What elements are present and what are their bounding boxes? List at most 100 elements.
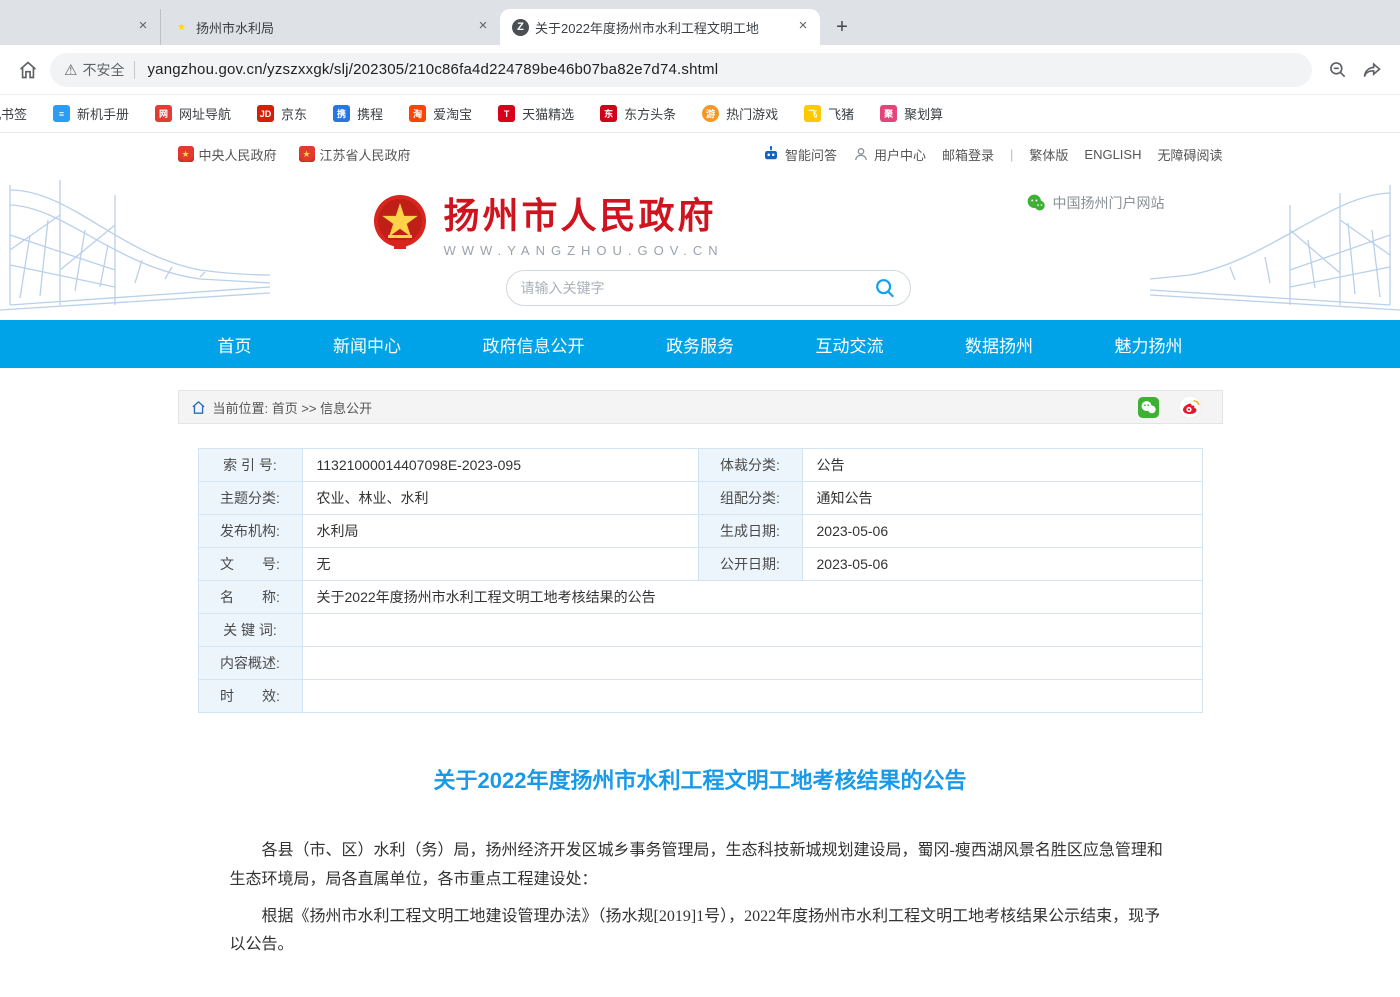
breadcrumb[interactable]: 当前位置: 首页 >> 信息公开 bbox=[191, 398, 373, 417]
meta-value bbox=[303, 614, 1202, 646]
meta-value: 2023-05-06 bbox=[803, 515, 1202, 547]
table-row: 发布机构: 水利局 生成日期: 2023-05-06 bbox=[199, 515, 1202, 548]
nav-site-icon: 网 bbox=[155, 105, 172, 122]
bookmark-label: 新机手册 bbox=[77, 104, 129, 123]
site-favicon: Z bbox=[512, 19, 529, 36]
table-row: 内容概述: bbox=[199, 647, 1202, 680]
browser-tab-strip: × ★ 扬州市水利局 × Z 关于2022年度扬州市水利工程文明工地 × + bbox=[0, 0, 1400, 45]
bookmark-item[interactable]: 携 携程 bbox=[333, 104, 383, 123]
bookmark-item[interactable]: 机书签 bbox=[0, 104, 27, 123]
meta-label: 发布机构: bbox=[199, 515, 303, 547]
fliggy-icon: 飞 bbox=[804, 105, 821, 122]
bookmark-item[interactable]: 淘 爱淘宝 bbox=[409, 104, 472, 123]
meta-label: 体裁分类: bbox=[699, 449, 803, 481]
mail-login-link[interactable]: 邮箱登录 bbox=[942, 145, 994, 164]
search-icon[interactable] bbox=[874, 277, 896, 299]
meta-value: 2023-05-06 bbox=[803, 548, 1202, 580]
bookmarks-bar: 机书签 ≡ 新机手册 网 网址导航 JD 京东 携 携程 淘 爱淘宝 T 天猫精… bbox=[0, 95, 1400, 133]
meta-value: 11321000014407098E-2023-095 bbox=[303, 449, 699, 481]
bookmark-item[interactable]: ≡ 新机手册 bbox=[53, 104, 129, 123]
accessibility-link[interactable]: 无障碍阅读 bbox=[1157, 145, 1222, 164]
nav-gov-services[interactable]: 政务服务 bbox=[666, 332, 734, 357]
meta-value: 公告 bbox=[803, 449, 1202, 481]
search-input[interactable] bbox=[521, 280, 874, 296]
meta-value: 关于2022年度扬州市水利工程文明工地考核结果的公告 bbox=[303, 581, 1202, 613]
juhuasuan-icon: 聚 bbox=[880, 105, 897, 122]
bookmark-item[interactable]: 网 网址导航 bbox=[155, 104, 231, 123]
bookmark-label: 热门游戏 bbox=[726, 104, 778, 123]
central-gov-link[interactable]: ★ 中央人民政府 bbox=[178, 145, 277, 164]
tab-partial[interactable]: × bbox=[0, 9, 160, 45]
share-icon[interactable] bbox=[1358, 56, 1386, 84]
toutiao-icon: 东 bbox=[600, 105, 617, 122]
document-meta-table: 索 引 号: 11321000014407098E-2023-095 体裁分类:… bbox=[198, 448, 1203, 713]
link-label: 中央人民政府 bbox=[199, 145, 277, 164]
meta-label: 名 称: bbox=[199, 581, 303, 613]
bookmark-label: 网址导航 bbox=[179, 104, 231, 123]
bookmark-label: 聚划算 bbox=[904, 104, 943, 123]
meta-label: 组配分类: bbox=[699, 482, 803, 514]
tab-title: 扬州市水利局 bbox=[196, 18, 468, 37]
main-nav: 首页 新闻中心 政府信息公开 政务服务 互动交流 数据扬州 魅力扬州 bbox=[0, 320, 1400, 368]
site-search-box[interactable] bbox=[506, 270, 911, 306]
meta-value bbox=[303, 647, 1202, 679]
close-tab-icon[interactable]: × bbox=[134, 18, 152, 36]
nav-charming-yangzhou[interactable]: 魅力扬州 bbox=[1115, 332, 1183, 357]
nav-home[interactable]: 首页 bbox=[218, 332, 252, 357]
site-logo[interactable]: 扬州市人民政府 WWW.YANGZHOU.GOV.CN bbox=[368, 187, 724, 258]
address-bar[interactable]: ⚠ 不安全 yangzhou.gov.cn/yzszxxgk/slj/20230… bbox=[50, 53, 1312, 87]
meta-label: 主题分类: bbox=[199, 482, 303, 514]
user-center-link[interactable]: 用户中心 bbox=[853, 145, 926, 164]
weibo-share-icon[interactable] bbox=[1178, 395, 1202, 419]
gov-emblem-favicon: ★ bbox=[173, 19, 190, 36]
meta-label: 公开日期: bbox=[699, 548, 803, 580]
bookmark-label: 机书签 bbox=[0, 104, 27, 123]
page-content: 当前位置: 首页 >> 信息公开 索 引 号: 1132100001440709… bbox=[178, 390, 1223, 997]
divider: | bbox=[1010, 147, 1013, 162]
bookmark-item[interactable]: 东 东方头条 bbox=[600, 104, 676, 123]
close-tab-icon[interactable]: × bbox=[794, 18, 812, 36]
games-icon: 游 bbox=[702, 105, 719, 122]
bookmark-item[interactable]: T 天猫精选 bbox=[498, 104, 574, 123]
nav-interaction[interactable]: 互动交流 bbox=[816, 332, 884, 357]
english-version-link[interactable]: ENGLISH bbox=[1084, 147, 1141, 162]
nav-news-center[interactable]: 新闻中心 bbox=[333, 332, 401, 357]
bookmark-label: 京东 bbox=[281, 104, 307, 123]
browser-toolbar: ⚠ 不安全 yangzhou.gov.cn/yzszxxgk/slj/20230… bbox=[0, 45, 1400, 95]
meta-value: 农业、林业、水利 bbox=[303, 482, 699, 514]
site-url: WWW.YANGZHOU.GOV.CN bbox=[444, 243, 724, 258]
article: 关于2022年度扬州市水利工程文明工地考核结果的公告 各县（市、区）水利（务）局… bbox=[198, 763, 1203, 997]
breadcrumb-label: 当前位置: 首页 >> 信息公开 bbox=[213, 398, 373, 417]
wechat-share-icon[interactable] bbox=[1137, 396, 1160, 419]
traditional-version-link[interactable]: 繁体版 bbox=[1029, 145, 1068, 164]
bookmark-item[interactable]: JD 京东 bbox=[257, 104, 307, 123]
table-row: 关 键 词: bbox=[199, 614, 1202, 647]
home-icon bbox=[191, 400, 206, 415]
nav-data-yangzhou[interactable]: 数据扬州 bbox=[965, 332, 1033, 357]
zoom-out-icon[interactable] bbox=[1324, 56, 1352, 84]
close-tab-icon[interactable]: × bbox=[474, 18, 492, 36]
meta-value: 无 bbox=[303, 548, 699, 580]
tab-active-announcement[interactable]: Z 关于2022年度扬州市水利工程文明工地 × bbox=[500, 9, 820, 45]
gov-emblem-icon: ★ bbox=[299, 146, 315, 162]
bookmark-label: 天猫精选 bbox=[522, 104, 574, 123]
article-paragraph: 根据《扬州市水利工程文明工地建设管理办法》（扬水规[2019]1号），2022年… bbox=[230, 903, 1171, 961]
bookmark-item[interactable]: 游 热门游戏 bbox=[702, 104, 778, 123]
breadcrumb-bar: 当前位置: 首页 >> 信息公开 bbox=[178, 390, 1223, 424]
meta-value bbox=[303, 680, 1202, 712]
table-row: 时 效: bbox=[199, 680, 1202, 713]
bookmark-item[interactable]: 飞 飞猪 bbox=[804, 104, 854, 123]
security-label: 不安全 bbox=[82, 60, 124, 80]
portal-link[interactable]: 中国扬州门户网站 bbox=[1026, 193, 1165, 213]
site-name: 扬州市人民政府 bbox=[444, 187, 724, 239]
bookmark-item[interactable]: 聚 聚划算 bbox=[880, 104, 943, 123]
nav-gov-info-disclosure[interactable]: 政府信息公开 bbox=[483, 332, 585, 357]
tab-yangzhou-water-bureau[interactable]: ★ 扬州市水利局 × bbox=[160, 9, 500, 45]
new-tab-button[interactable]: + bbox=[828, 13, 856, 41]
site-top-links-bar: ★ 中央人民政府 ★ 江苏省人民政府 智能问答 用户中心 邮箱登录 | 繁体版 … bbox=[0, 133, 1400, 175]
table-row: 文 号: 无 公开日期: 2023-05-06 bbox=[199, 548, 1202, 581]
home-icon[interactable] bbox=[14, 56, 42, 84]
smart-qa-link[interactable]: 智能问答 bbox=[762, 145, 837, 164]
url-text[interactable]: yangzhou.gov.cn/yzszxxgk/slj/202305/210c… bbox=[147, 61, 718, 78]
jiangsu-gov-link[interactable]: ★ 江苏省人民政府 bbox=[299, 145, 411, 164]
